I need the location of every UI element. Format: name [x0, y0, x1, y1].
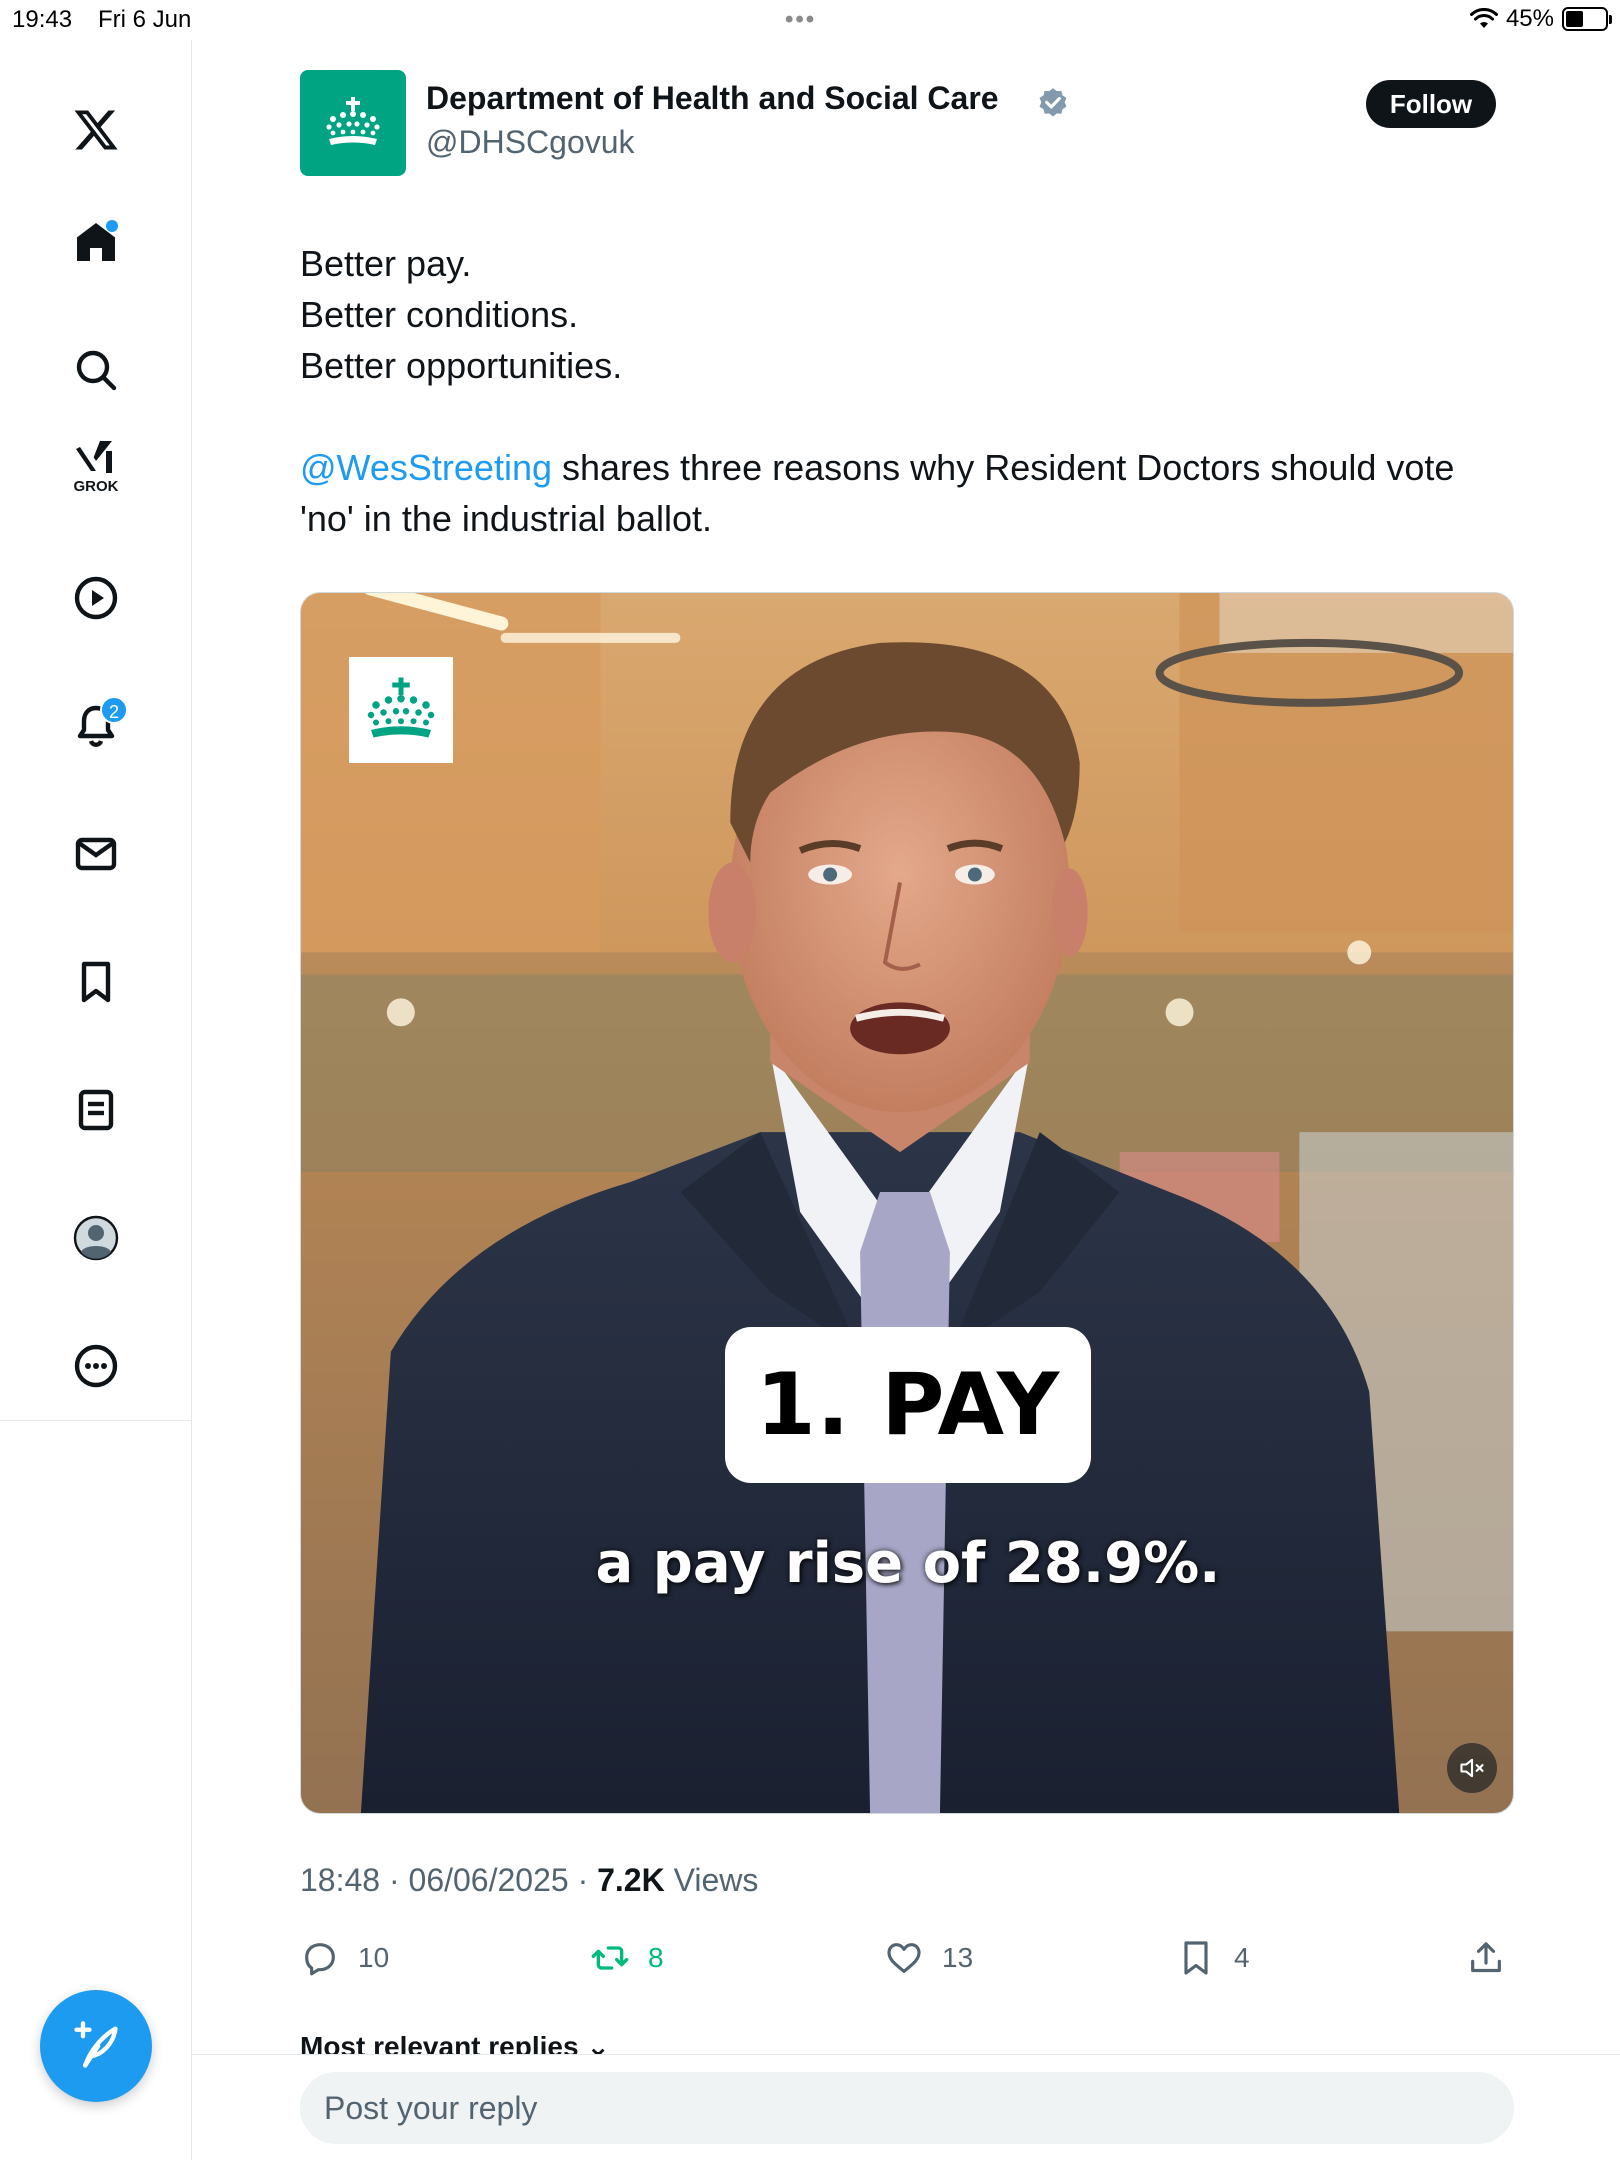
repost-icon — [591, 1946, 629, 1970]
grok-icon[interactable]: GROK — [56, 426, 136, 506]
crown-logo-icon — [326, 97, 380, 145]
reply-button[interactable]: 10 — [300, 1938, 389, 1978]
grok-label: GROK — [73, 478, 119, 495]
repost-count: 8 — [648, 1942, 664, 1973]
meta-separator: · — [577, 1862, 598, 1898]
video-subtitle: a pay rise of 28.9%. — [595, 1531, 1221, 1596]
author-name[interactable]: Department of Health and Social Care — [426, 80, 999, 117]
author-handle[interactable]: @DHSCgovuk — [426, 124, 635, 161]
tweet-text: Better pay. Better conditions. Better op… — [300, 238, 1500, 544]
screen: 19:43 Fri 6 Jun ••• 45% GROK 2 Departmen… — [0, 0, 1620, 2160]
reply-input[interactable]: Post your reply — [300, 2072, 1514, 2144]
like-button[interactable]: 13 — [884, 1938, 973, 1978]
reply-icon — [305, 1943, 335, 1976]
follow-button[interactable]: Follow — [1366, 80, 1496, 128]
crown-logo-icon — [367, 677, 435, 738]
nav-divider — [0, 1420, 192, 1421]
chevron-down-icon: ⌄ — [586, 2031, 610, 2054]
bookmark-button[interactable]: 4 — [1176, 1938, 1250, 1978]
left-navigation: GROK 2 — [0, 40, 192, 2160]
tweet-line-2: Better conditions. — [300, 294, 579, 335]
profile-icon[interactable] — [56, 1198, 136, 1278]
more-icon[interactable] — [56, 1326, 136, 1406]
x-logo-icon[interactable] — [56, 90, 136, 170]
compose-icon — [74, 2021, 118, 2068]
bookmark-count: 4 — [1234, 1942, 1250, 1973]
dhsc-logo — [349, 657, 453, 763]
status-right: 45% — [1469, 5, 1612, 33]
search-icon[interactable] — [56, 330, 136, 410]
tweet-line-3: Better opportunities. — [300, 345, 623, 386]
bookmarks-icon[interactable] — [56, 942, 136, 1022]
meta-separator: · — [388, 1862, 409, 1898]
tweet-paragraph: @WesStreeting shares three reasons why R… — [300, 442, 1500, 544]
video-frame — [301, 593, 1513, 1813]
mention-link[interactable]: @WesStreeting — [300, 447, 552, 488]
compose-button[interactable] — [40, 1990, 152, 2102]
status-bar: 19:43 Fri 6 Jun ••• 45% — [0, 0, 1620, 40]
like-count: 13 — [942, 1942, 974, 1973]
tweet-date[interactable]: 06/06/2025 — [409, 1862, 569, 1898]
status-time: 19:43 — [12, 6, 73, 33]
reply-bar-divider — [192, 2054, 1620, 2055]
share-button[interactable] — [1466, 1938, 1506, 1978]
views-count: 7.2K — [597, 1862, 665, 1898]
messages-icon[interactable] — [56, 814, 136, 894]
wifi-icon — [1469, 8, 1498, 28]
video-caption-title: 1. PAY — [725, 1327, 1091, 1483]
reply-count: 10 — [358, 1942, 390, 1973]
tweet-time[interactable]: 18:48 — [300, 1862, 380, 1898]
tweet-meta: 18:48 · 06/06/2025 · 7.2K Views — [300, 1862, 758, 1899]
views-label: Views — [673, 1862, 759, 1898]
status-date: Fri 6 Jun — [98, 6, 192, 33]
tweet-line-1: Better pay. — [300, 243, 472, 284]
heart-icon — [887, 1943, 921, 1973]
bookmark-icon — [1184, 1941, 1208, 1975]
battery-percent: 45% — [1505, 5, 1554, 32]
tweet-video[interactable]: 1. PAY a pay rise of 28.9%. — [300, 592, 1514, 1814]
replies-sort-label: Most relevant replies — [300, 2031, 579, 2054]
video-icon[interactable] — [56, 558, 136, 638]
mute-button[interactable] — [1447, 1743, 1497, 1793]
share-icon — [1471, 1942, 1501, 1973]
notifications-badge: 2 — [100, 696, 128, 724]
author-avatar[interactable] — [300, 70, 406, 176]
multitasking-dots[interactable]: ••• — [785, 6, 816, 34]
lists-icon[interactable] — [56, 1070, 136, 1150]
battery-icon — [1562, 7, 1612, 31]
verified-badge-icon — [1039, 88, 1067, 117]
notifications-icon[interactable]: 2 — [56, 686, 136, 766]
battery-level — [1566, 11, 1584, 27]
muted-speaker-icon — [1460, 1758, 1484, 1778]
replies-sort-dropdown[interactable]: Most relevant replies ⌄ — [300, 2030, 610, 2054]
repost-button[interactable]: 8 — [590, 1938, 664, 1978]
home-icon[interactable] — [56, 202, 136, 282]
home-unread-dot — [106, 220, 118, 232]
